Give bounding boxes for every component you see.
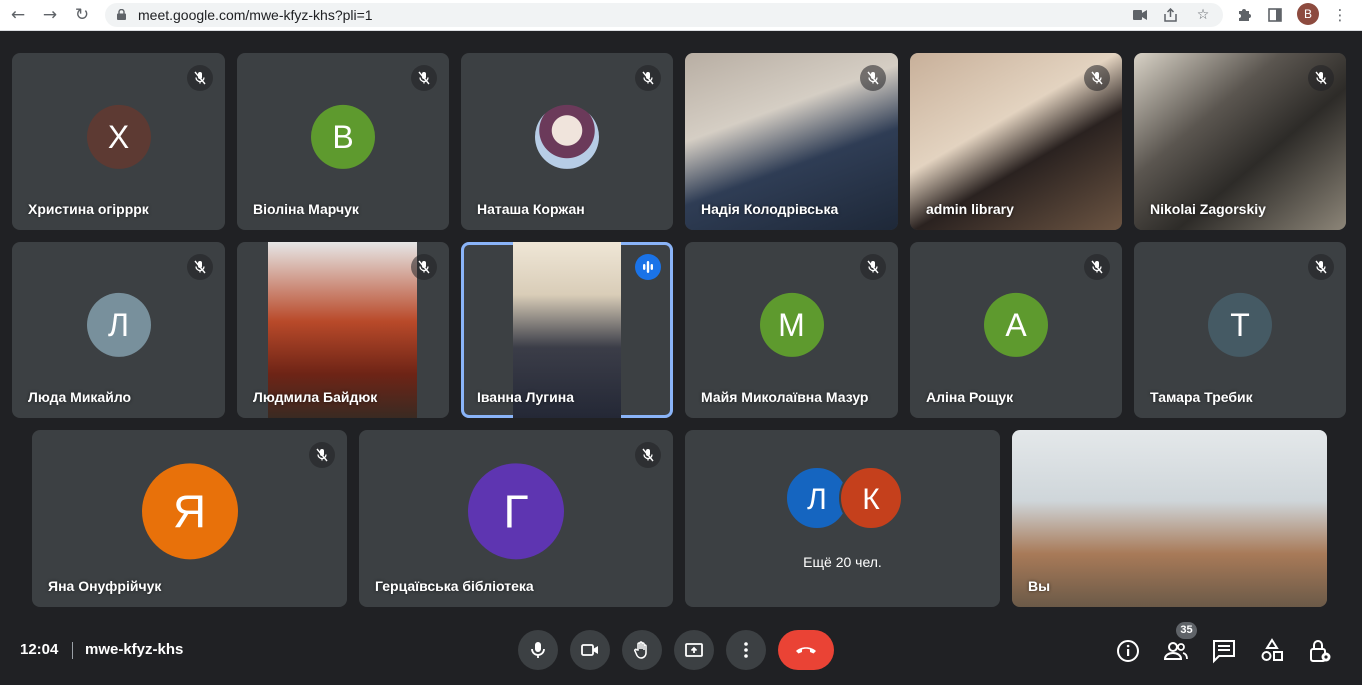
menu-dots-icon[interactable]: ⋮: [1329, 4, 1351, 26]
participant-tile[interactable]: В Віоліна Марчук: [237, 53, 449, 230]
participant-name: Люда Микайло: [28, 389, 132, 405]
mic-off-icon: [1308, 254, 1334, 280]
participant-tile[interactable]: Надія Колодрівська: [685, 53, 898, 230]
hand-icon: [634, 641, 647, 659]
participant-name: Майя Миколаївна Мазур: [701, 389, 869, 405]
camera-blocked-icon[interactable]: [1129, 5, 1151, 25]
chat-icon[interactable]: [1211, 638, 1237, 664]
side-panel-icon[interactable]: [1264, 4, 1286, 26]
participant-tile[interactable]: Х Христина огірррк: [12, 53, 225, 230]
present-button[interactable]: [674, 630, 714, 670]
participant-tile[interactable]: Л Люда Микайло: [12, 242, 225, 418]
raise-hand-button[interactable]: [622, 630, 662, 670]
participant-avatar: К: [839, 466, 903, 530]
meeting-code[interactable]: mwe-kfyz-khs: [85, 641, 183, 658]
reload-icon[interactable]: ↻: [70, 4, 94, 26]
mic-button[interactable]: [518, 630, 558, 670]
participant-tile[interactable]: Л К Ещё 20 чел.: [685, 430, 1000, 607]
participant-avatar: В: [311, 104, 375, 169]
participant-name: Аліна Рощук: [926, 389, 1014, 405]
more-vert-icon: [744, 642, 748, 658]
video-feed: [1012, 430, 1327, 607]
mic-off-icon: [187, 65, 213, 91]
participant-avatar: М: [759, 292, 824, 357]
lock-icon: [117, 9, 126, 20]
control-bar: 12:04 mwe-kfyz-khs 35: [0, 615, 1362, 685]
participant-name: Надія Колодрівська: [701, 201, 839, 217]
present-screen-icon: [685, 643, 703, 657]
participant-avatar: Т: [1208, 292, 1272, 357]
mic-off-icon: [309, 442, 335, 468]
bookmark-star-icon[interactable]: ☆: [1192, 5, 1214, 25]
browser-toolbar: ← → ↻ meet.google.com/mwe-kfyz-khs?pli=1…: [0, 0, 1362, 31]
participant-tile[interactable]: Я Яна Онуфрійчук: [32, 430, 347, 607]
info-icon[interactable]: [1115, 638, 1141, 664]
mic-off-icon: [1308, 65, 1334, 91]
meeting-time: 12:04: [20, 641, 59, 658]
back-arrow-icon[interactable]: ←: [6, 4, 30, 26]
address-bar[interactable]: meet.google.com/mwe-kfyz-khs?pli=1 ☆: [105, 3, 1223, 27]
participant-avatar: А: [984, 292, 1048, 357]
participant-name: Іванна Лугина: [477, 389, 574, 405]
people-icon[interactable]: [1163, 638, 1189, 664]
mic-off-icon: [1084, 254, 1110, 280]
participant-name: Яна Онуфрійчук: [48, 578, 162, 594]
profile-photo: [535, 104, 599, 169]
participant-tile[interactable]: Вы: [1012, 430, 1327, 607]
participant-avatar: Г: [468, 462, 564, 559]
participant-name: Герцаївська бібліотека: [375, 578, 534, 594]
participant-tile[interactable]: М Майя Миколаївна Мазур: [685, 242, 898, 418]
participant-name: Христина огірррк: [28, 201, 149, 217]
mic-off-icon: [187, 254, 213, 280]
participant-avatar: Я: [141, 462, 238, 559]
participant-tile[interactable]: Т Тамара Требик: [1134, 242, 1346, 418]
host-controls-lock-icon[interactable]: [1307, 638, 1333, 664]
mic-off-icon: [411, 65, 437, 91]
forward-arrow-icon[interactable]: →: [38, 4, 62, 26]
participant-tile[interactable]: А Аліна Рощук: [910, 242, 1122, 418]
participant-tile[interactable]: Г Герцаївська бібліотека: [359, 430, 673, 607]
participant-name: Вы: [1028, 578, 1051, 594]
divider: [72, 642, 73, 659]
mic-off-icon: [1084, 65, 1110, 91]
participant-name: Віоліна Марчук: [253, 201, 359, 217]
mic-off-icon: [860, 65, 886, 91]
profile-avatar[interactable]: B: [1297, 3, 1319, 25]
participant-name: admin library: [926, 201, 1014, 217]
camera-button[interactable]: [570, 630, 610, 670]
participant-name: Тамара Требик: [1150, 389, 1253, 405]
mic-off-icon: [635, 65, 661, 91]
microphone-icon: [531, 642, 545, 658]
people-count-badge: 35: [1176, 622, 1197, 639]
participant-avatar: Х: [86, 104, 151, 169]
extensions-puzzle-icon[interactable]: [1234, 4, 1256, 26]
participant-tile[interactable]: Іванна Лугина: [461, 242, 673, 418]
hang-up-icon: [796, 647, 816, 654]
more-participants-label: Ещё 20 чел.: [803, 554, 882, 570]
end-call-button[interactable]: [778, 630, 834, 670]
url-text[interactable]: meet.google.com/mwe-kfyz-khs?pli=1: [138, 7, 373, 23]
participant-tile[interactable]: Людмила Байдюк: [237, 242, 449, 418]
mic-off-icon: [411, 254, 437, 280]
participant-tile[interactable]: Наташа Коржан: [461, 53, 673, 230]
participant-avatar: Л: [86, 292, 151, 357]
participant-name: Наташа Коржан: [477, 201, 585, 217]
participant-name: Nikolai Zagorskiy: [1150, 201, 1266, 217]
participant-name: Людмила Байдюк: [253, 389, 378, 405]
mic-off-icon: [635, 442, 661, 468]
mic-off-icon: [860, 254, 886, 280]
participant-tile[interactable]: admin library: [910, 53, 1122, 230]
activities-icon[interactable]: [1259, 638, 1285, 664]
participant-tile[interactable]: Nikolai Zagorskiy: [1134, 53, 1346, 230]
share-icon[interactable]: [1159, 5, 1181, 25]
video-camera-icon: [581, 644, 598, 656]
more-options-button[interactable]: [726, 630, 766, 670]
speaking-indicator-icon: [635, 254, 661, 280]
